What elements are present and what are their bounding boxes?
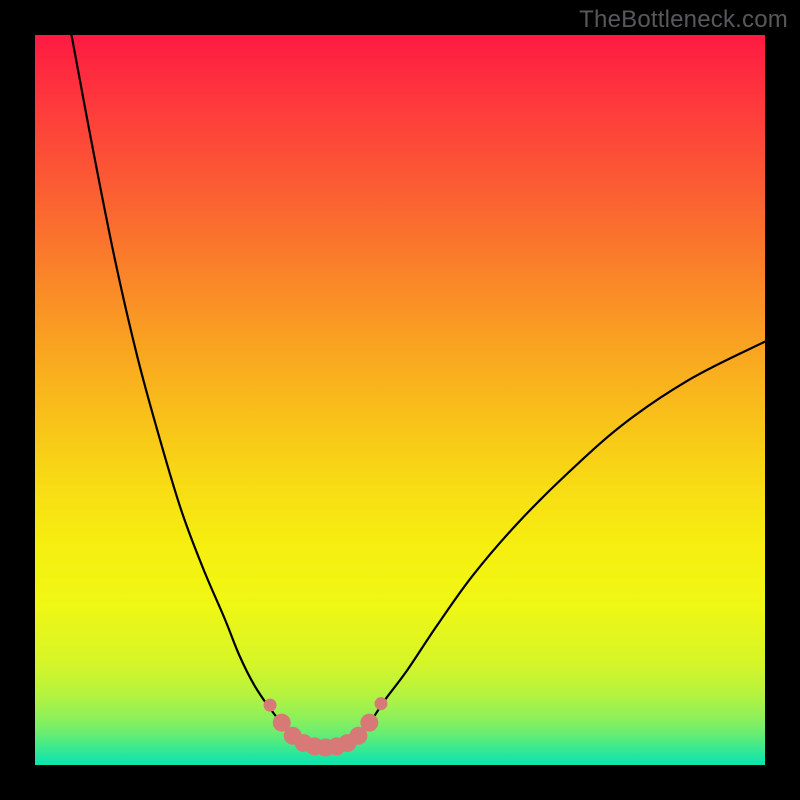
highlight-marker: [264, 699, 277, 712]
curve-layer: [35, 35, 765, 765]
watermark-text: TheBottleneck.com: [579, 6, 788, 34]
highlight-marker: [375, 697, 388, 710]
marker-group: [264, 697, 388, 756]
highlight-marker: [360, 714, 378, 732]
outer-frame: TheBottleneck.com: [0, 0, 800, 800]
plot-area: [35, 35, 765, 765]
curve-right-branch: [356, 342, 765, 740]
curve-left-branch: [72, 35, 298, 739]
